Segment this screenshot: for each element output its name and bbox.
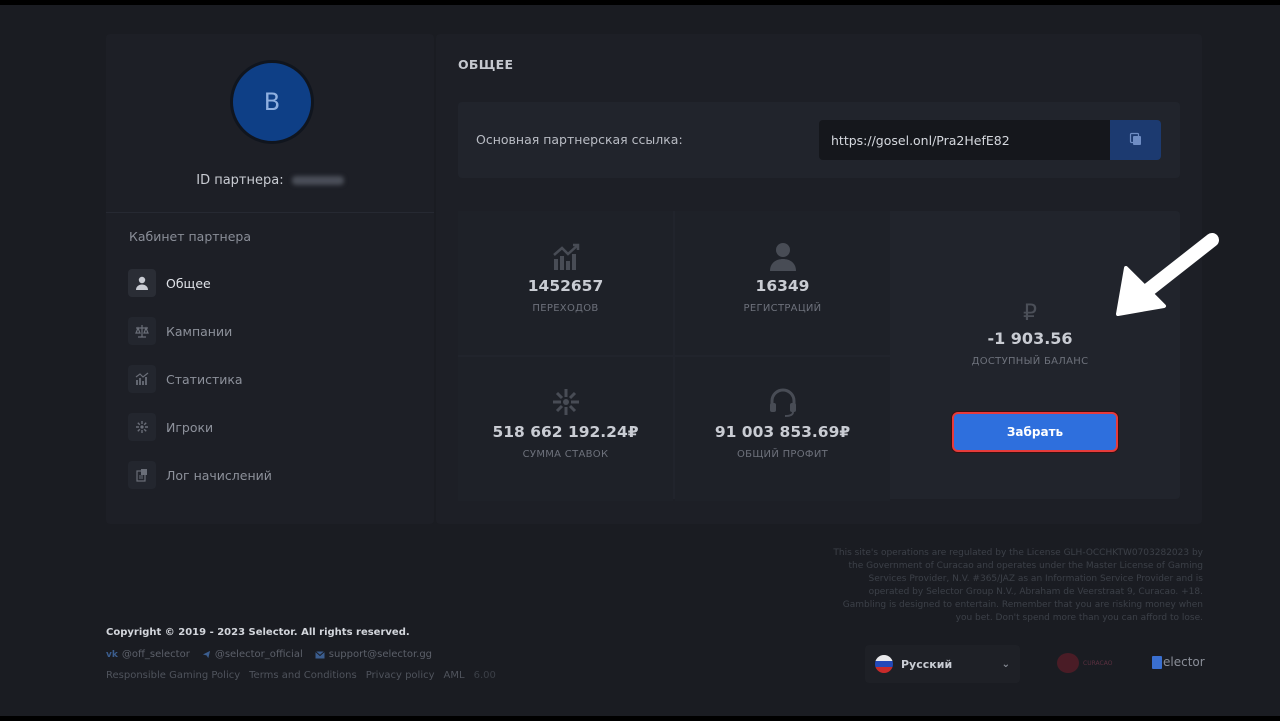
stats-panel: 1452657 ПЕРЕХОДОВ 16349 РЕГИСТРАЦИЙ 518 … [458, 211, 1180, 501]
withdraw-button[interactable]: Забрать [952, 412, 1118, 452]
sidebar-item-label: Лог начислений [166, 467, 272, 483]
social-label: @selector_official [214, 649, 303, 660]
stat-label: ПЕРЕХОДОВ [532, 303, 599, 314]
license-text: This site's operations are regulated by … [833, 548, 1203, 623]
user-icon [128, 269, 156, 297]
copy-icon [1129, 131, 1143, 150]
sidebar-item-campaigns[interactable]: Кампании [128, 316, 232, 346]
sidebar-item-label: Кампании [166, 323, 233, 339]
social-links: vk @off_selector @selector_official supp… [106, 649, 432, 660]
scales-icon [128, 317, 156, 345]
sidebar-item-statistics[interactable]: Статистика [128, 364, 243, 394]
balance-value: -1 903.56 [987, 329, 1073, 348]
partner-id-redacted [291, 176, 344, 185]
stat-value: 1452657 [527, 277, 604, 295]
partner-link-label: Основная партнерская ссылка: [476, 132, 683, 147]
chart-icon [128, 365, 156, 393]
stat-total-profit: 91 003 853.69₽ ОБЩИЙ ПРОФИТ [675, 357, 890, 501]
stat-value: 91 003 853.69₽ [714, 423, 851, 441]
sidebar-item-label: Статистика [166, 371, 243, 387]
spinner-icon [128, 413, 156, 441]
stat-label: СУММА СТАВОК [522, 449, 609, 460]
language-select[interactable]: Русский ⌄ [865, 645, 1020, 683]
spinner-icon [458, 387, 673, 417]
stat-label: РЕГИСТРАЦИЙ [743, 303, 822, 314]
russia-flag-icon [875, 655, 893, 673]
stat-label: ОБЩИЙ ПРОФИТ [736, 449, 829, 460]
selector-logo: elector [1152, 655, 1205, 669]
partner-id-label: ID партнера: [196, 173, 284, 188]
headset-icon [675, 387, 890, 417]
sidebar-item-label: Общее [166, 275, 211, 291]
ruble-icon: ₽ [1023, 301, 1037, 326]
partner-link-value: https://gosel.onl/Pra2HefE82 [831, 132, 1010, 148]
copyright: Copyright © 2019 - 2023 Selector. All ri… [106, 627, 410, 638]
curacao-logo[interactable]: CURACAO [1057, 653, 1125, 673]
copy-link-button[interactable] [1110, 120, 1161, 160]
partner-link-panel: Основная партнерская ссылка: https://gos… [458, 102, 1180, 178]
aml-link[interactable]: AML [444, 670, 465, 681]
withdraw-button-label: Забрать [1006, 425, 1064, 439]
vk-icon: vk [106, 649, 118, 660]
partner-link-field[interactable]: https://gosel.onl/Pra2HefE82 [819, 120, 1110, 160]
stat-value: 16349 [755, 277, 810, 295]
user-icon [675, 241, 890, 271]
partner-id: ID партнера: [106, 173, 434, 188]
sidebar-item-accruals-log[interactable]: Лог начислений [128, 460, 272, 490]
selector-logo-text: elector [1163, 655, 1205, 669]
social-email[interactable]: support@selector.gg [314, 649, 433, 660]
social-label: @off_selector [121, 649, 190, 660]
page-title: ОБЩЕЕ [458, 57, 514, 72]
curacao-text: CURACAO [1083, 659, 1113, 667]
terms-link[interactable]: Terms and Conditions [249, 670, 357, 681]
telegram-icon [202, 650, 211, 659]
social-vk[interactable]: vk @off_selector [106, 649, 190, 660]
chevron-down-icon: ⌄ [1001, 658, 1010, 670]
cabinet-title: Кабинет партнера [129, 229, 251, 244]
privacy-link[interactable]: Privacy policy [366, 670, 435, 681]
growth-chart-icon [458, 243, 673, 271]
annotation-arrow-icon [1116, 233, 1219, 316]
stat-value: 518 662 192.24₽ [492, 423, 639, 441]
general-panel: ОБЩЕЕ Основная партнерская ссылка: https… [436, 34, 1202, 524]
selector-logo-mark-icon [1152, 655, 1162, 669]
sidebar-item-label: Игроки [166, 419, 214, 435]
stat-clicks: 1452657 ПЕРЕХОДОВ [458, 211, 673, 355]
language-label: Русский [901, 657, 953, 671]
social-label: support@selector.gg [328, 649, 433, 660]
stat-registrations: 16349 РЕГИСТРАЦИЙ [675, 211, 890, 355]
stat-bets-sum: 518 662 192.24₽ СУММА СТАВОК [458, 357, 673, 501]
responsible-gaming-link[interactable]: Responsible Gaming Policy [106, 670, 240, 681]
bottom-bar [0, 716, 1280, 721]
sidebar-item-players[interactable]: Игроки [128, 412, 213, 442]
sidebar-divider [106, 212, 434, 213]
version-label: 6.00 [473, 670, 496, 681]
log-icon [128, 461, 156, 489]
partner-sidebar: B ID партнера: Кабинет партнера Общее Ка… [106, 34, 434, 524]
social-telegram[interactable]: @selector_official [202, 649, 303, 660]
avatar-letter: B [263, 88, 281, 116]
footer-links: Responsible Gaming Policy Terms and Cond… [106, 670, 496, 681]
balance-label: ДОСТУПНЫЙ БАЛАНС [971, 356, 1089, 367]
top-bar [0, 0, 1280, 5]
sidebar-item-general[interactable]: Общее [128, 268, 211, 298]
curacao-seal-icon [1057, 653, 1079, 673]
mail-icon [314, 650, 325, 659]
avatar: B [230, 60, 314, 144]
